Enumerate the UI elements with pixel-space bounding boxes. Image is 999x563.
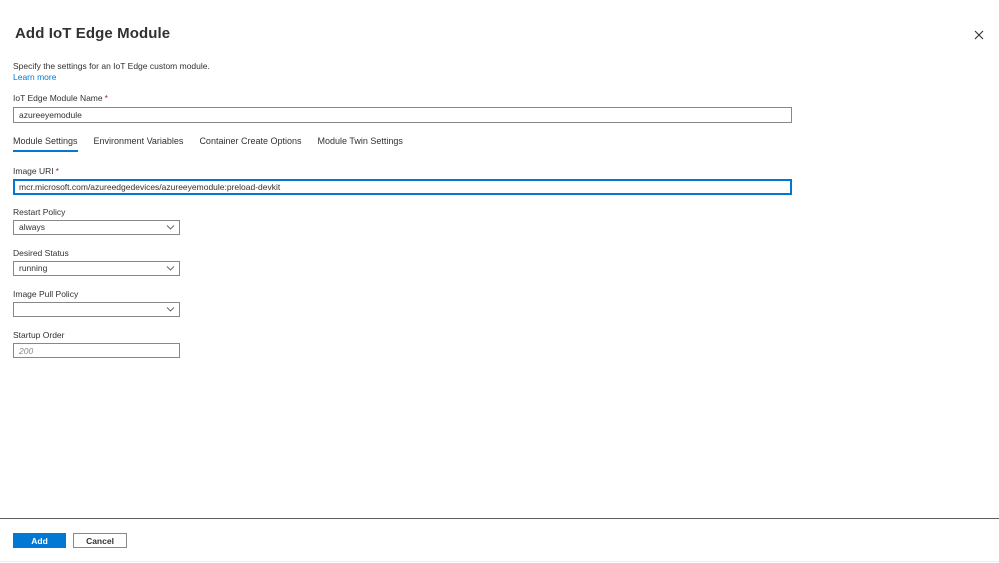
module-name-label: IoT Edge Module Name *: [13, 93, 108, 103]
restart-policy-label: Restart Policy: [13, 207, 66, 217]
image-uri-label-text: Image URI: [13, 166, 54, 176]
required-mark: *: [55, 166, 59, 176]
restart-policy-value: always: [19, 222, 45, 232]
settings-tabs: Module Settings Environment Variables Co…: [13, 136, 419, 152]
desired-status-value: running: [19, 263, 48, 273]
tab-module-settings[interactable]: Module Settings: [13, 136, 78, 152]
module-name-label-text: IoT Edge Module Name: [13, 93, 103, 103]
restart-policy-dropdown[interactable]: always: [13, 220, 180, 235]
close-icon[interactable]: [972, 28, 986, 42]
chevron-down-icon: [166, 266, 175, 271]
learn-more-link[interactable]: Learn more: [13, 72, 56, 82]
image-uri-input[interactable]: [13, 179, 792, 195]
tab-container-create-options[interactable]: Container Create Options: [199, 136, 301, 152]
tab-module-twin-settings[interactable]: Module Twin Settings: [318, 136, 403, 152]
bottom-divider: [0, 561, 999, 562]
startup-order-label: Startup Order: [13, 330, 65, 340]
desired-status-dropdown[interactable]: running: [13, 261, 180, 276]
image-pull-policy-dropdown[interactable]: [13, 302, 180, 317]
close-button[interactable]: [972, 28, 986, 42]
required-mark: *: [104, 93, 108, 103]
panel-title: Add IoT Edge Module: [15, 25, 171, 42]
add-button[interactable]: Add: [13, 533, 66, 548]
panel-description: Specify the settings for an IoT Edge cus…: [13, 61, 210, 71]
tab-environment-variables[interactable]: Environment Variables: [94, 136, 184, 152]
footer-divider: [0, 518, 999, 519]
chevron-down-icon: [166, 225, 175, 230]
module-name-input[interactable]: [13, 107, 792, 123]
startup-order-input[interactable]: [13, 343, 180, 358]
cancel-button[interactable]: Cancel: [73, 533, 127, 548]
chevron-down-icon: [166, 307, 175, 312]
desired-status-label: Desired Status: [13, 248, 69, 258]
image-pull-policy-label: Image Pull Policy: [13, 289, 79, 299]
image-uri-label: Image URI *: [13, 166, 59, 176]
